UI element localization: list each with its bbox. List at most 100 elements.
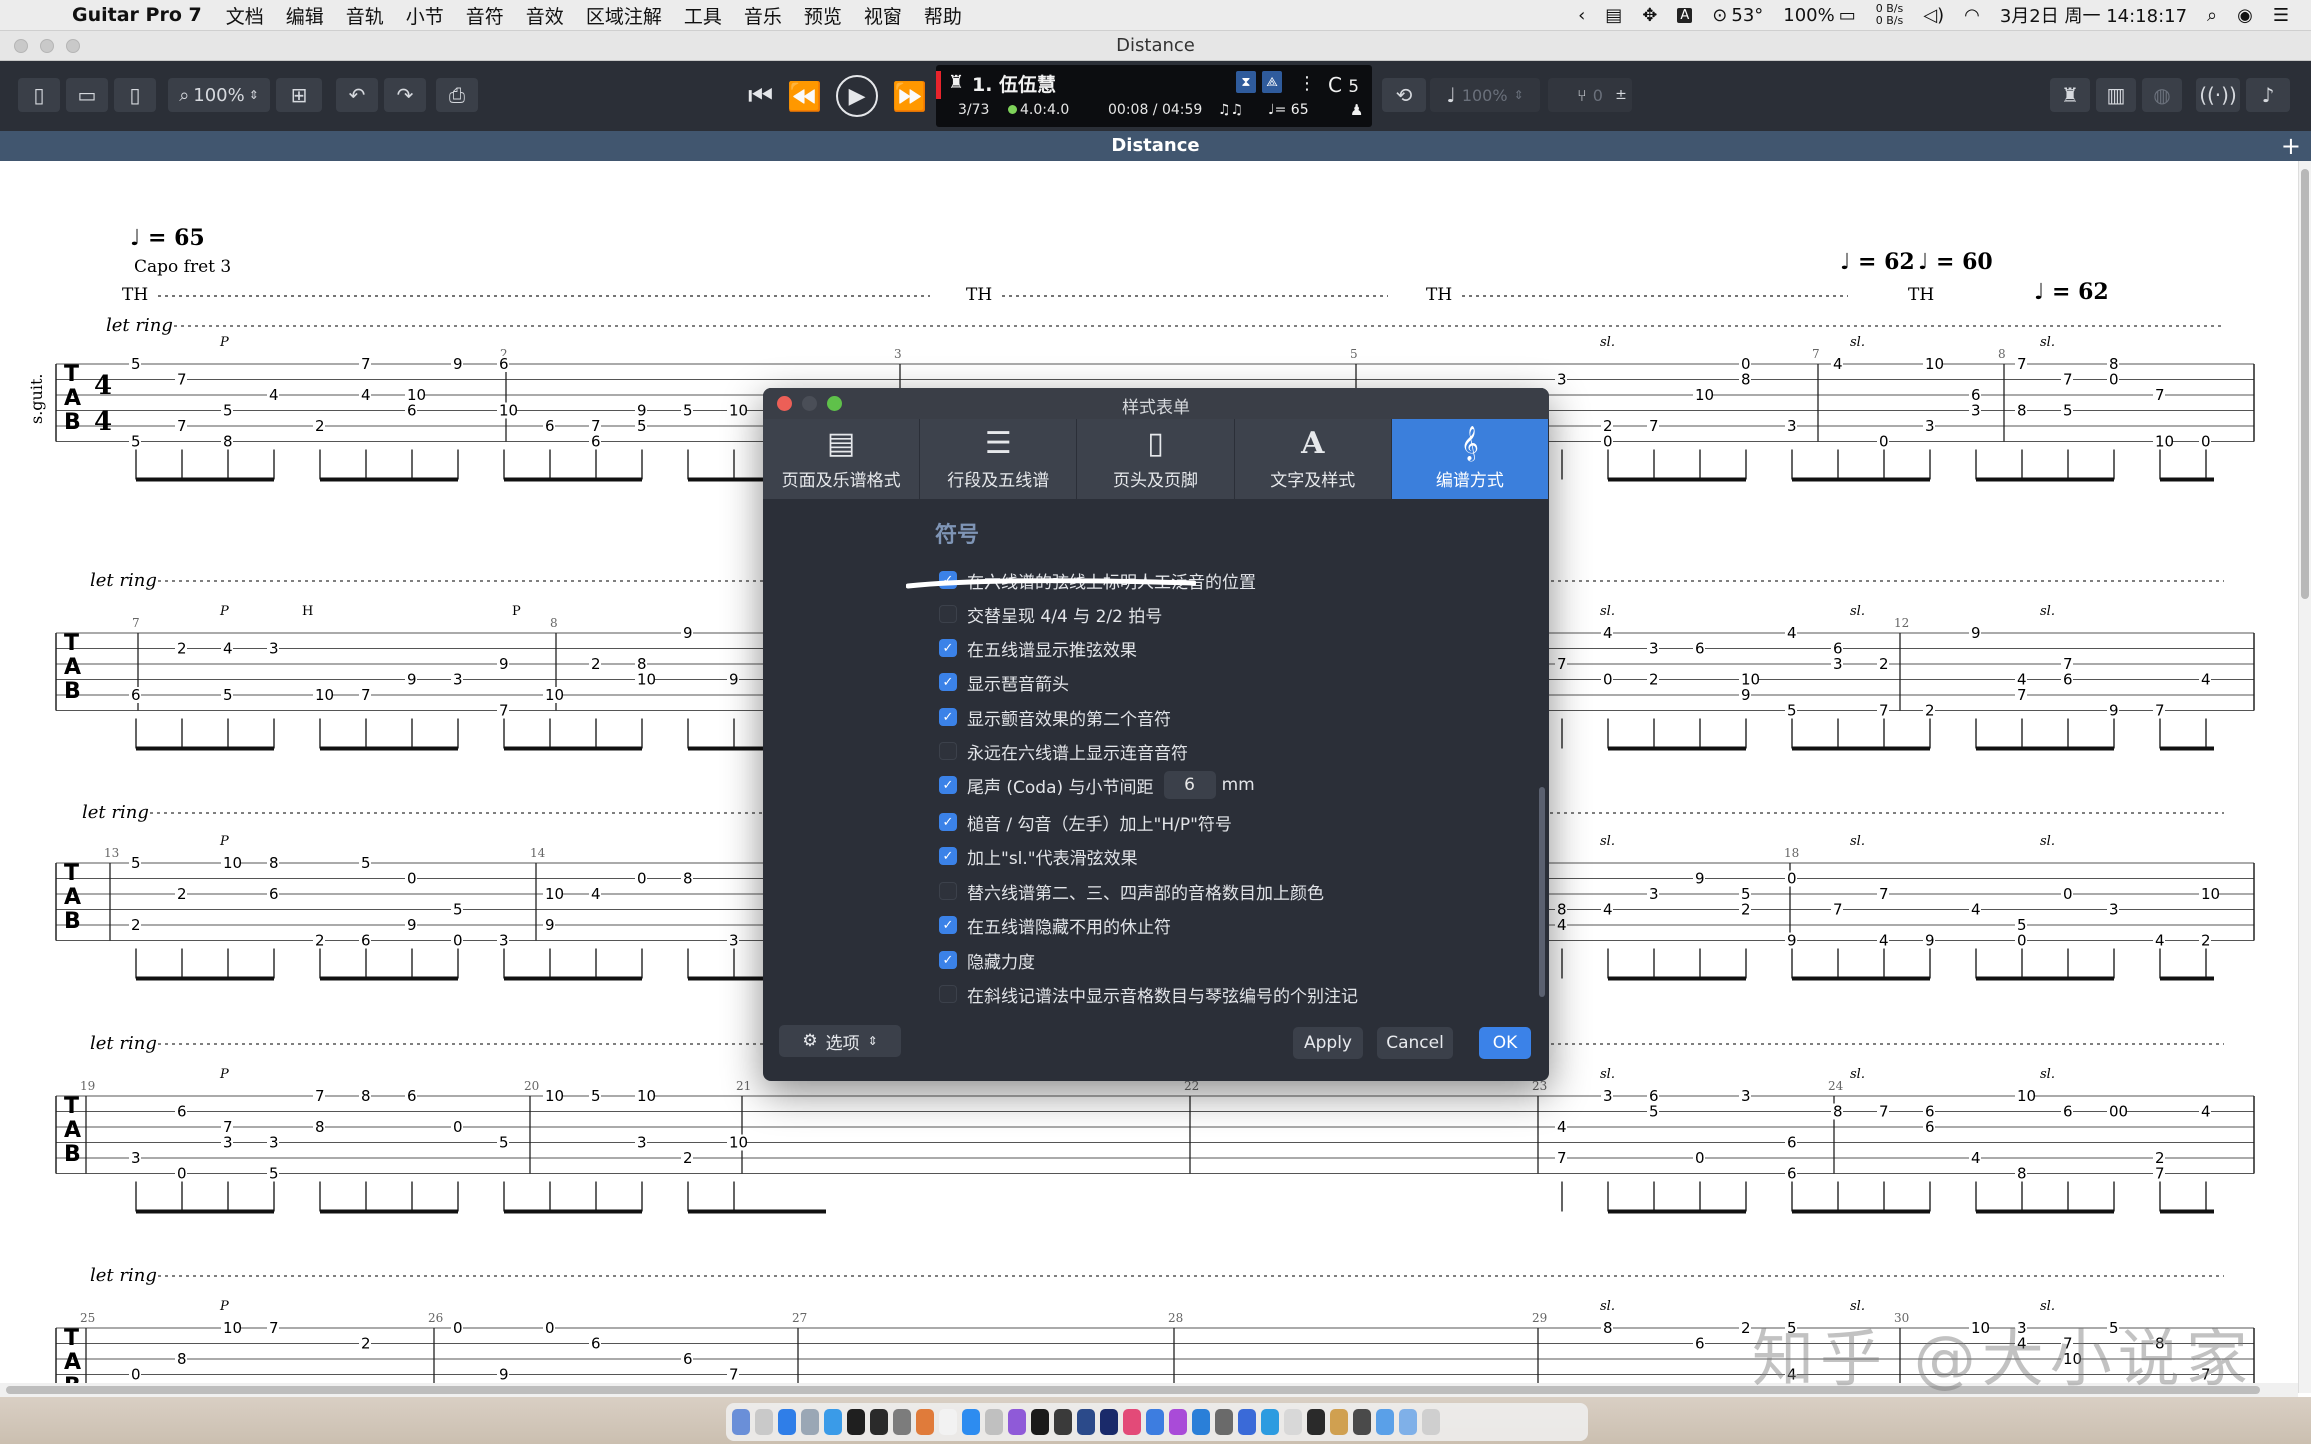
audio-wave-icon[interactable]: ((·)): [2196, 78, 2240, 112]
option-row[interactable]: 替六线谱第二、三、四声部的音格数目加上颜色: [939, 879, 1324, 904]
option-row[interactable]: ✓ 在五线谱显示推弦效果: [939, 636, 1137, 661]
checkbox-checked[interactable]: ✓: [939, 776, 957, 794]
dock-app-icon[interactable]: [870, 1409, 888, 1435]
dock-app-icon[interactable]: [778, 1409, 796, 1435]
go-to-start-icon[interactable]: ⏮: [748, 79, 773, 113]
options-popup-button[interactable]: ⚙ 选项 ⇕: [779, 1025, 901, 1057]
dock-app-icon[interactable]: [847, 1409, 865, 1435]
checkbox-checked[interactable]: ✓: [939, 708, 957, 726]
dock-app-icon[interactable]: [732, 1409, 750, 1435]
option-row[interactable]: ✓ 槌音 / 勾音（左手）加上"H/P"符号: [939, 810, 1232, 835]
dock-app-icon[interactable]: [1261, 1409, 1279, 1435]
dock-app-icon[interactable]: [1422, 1409, 1440, 1435]
wifi-icon[interactable]: ◠: [1964, 5, 1980, 26]
new-tab-icon[interactable]: +: [2281, 132, 2301, 160]
coda-spacing-input[interactable]: 6: [1163, 771, 1216, 799]
battery-status[interactable]: 100% ▭: [1783, 5, 1855, 26]
dock-app-icon[interactable]: [1215, 1409, 1233, 1435]
checkbox-checked[interactable]: ✓: [939, 673, 957, 691]
instrument-view-icon[interactable]: ♜: [2050, 78, 2090, 112]
dock-app-icon[interactable]: [893, 1409, 911, 1435]
undo-icon[interactable]: ↶: [336, 78, 378, 112]
dock-app-icon[interactable]: [1169, 1409, 1187, 1435]
option-row[interactable]: ✓ 加上"sl."代表滑弦效果: [939, 844, 1138, 869]
dock-app-icon[interactable]: [1238, 1409, 1256, 1435]
option-row[interactable]: ✓ 显示颤音效果的第二个音符: [939, 705, 1171, 730]
dock-app-icon[interactable]: [1192, 1409, 1210, 1435]
keyboard-icon[interactable]: ▥: [2096, 78, 2136, 112]
track-name[interactable]: 1. 伍伍慧: [972, 70, 1056, 97]
play-icon[interactable]: ▶: [836, 75, 879, 117]
input-method-icon[interactable]: A: [1677, 7, 1693, 23]
checkbox-unchecked[interactable]: [939, 605, 957, 623]
menu-item-document[interactable]: 文档: [226, 2, 264, 29]
guitar-tuner-icon[interactable]: ♪: [2246, 78, 2290, 112]
checkbox-unchecked[interactable]: [939, 985, 957, 1003]
dock-app-icon[interactable]: [1077, 1409, 1095, 1435]
tab-header-footer[interactable]: ▯ 页头及页脚: [1077, 419, 1235, 499]
checkbox-checked[interactable]: ✓: [939, 639, 957, 657]
dock-app-icon[interactable]: [1307, 1409, 1325, 1435]
option-row[interactable]: 在斜线记谱法中显示音格数目与琴弦编号的个别注记: [939, 982, 1358, 1007]
tab-notation[interactable]: 𝄞 编谱方式: [1391, 419, 1549, 499]
metronome-small-icon[interactable]: ♟: [1350, 101, 1363, 119]
dock-app-icon[interactable]: [1284, 1409, 1302, 1435]
network-speed[interactable]: 0 B/s 0 B/s: [1876, 3, 1903, 27]
checkbox-unchecked[interactable]: [939, 882, 957, 900]
lcd-display[interactable]: ♜ 1. 伍伍慧 ⧗ ⟁ ⋮ C 5 3/73 4.0:4.0 00:08 / …: [936, 65, 1372, 127]
option-row[interactable]: ✓ 显示琶音箭头: [939, 670, 1069, 695]
temperature-status[interactable]: ⊙ 53°: [1712, 5, 1763, 26]
dock-app-icon[interactable]: [939, 1409, 957, 1435]
checkbox-checked[interactable]: ✓: [939, 813, 957, 831]
dock-app-icon[interactable]: [1123, 1409, 1141, 1435]
datetime[interactable]: 3月2日 周一 14:18:17: [2000, 2, 2187, 28]
siri-icon[interactable]: ◉: [2237, 5, 2253, 26]
tab-system-staff[interactable]: ☰ 行段及五线谱: [920, 419, 1078, 499]
option-row[interactable]: ✓ 隐藏力度: [939, 948, 1035, 973]
option-row[interactable]: 永远在六线谱上显示连音音符: [939, 739, 1188, 764]
dock-app-icon[interactable]: [1353, 1409, 1371, 1435]
panel-right-icon[interactable]: ▯: [114, 78, 156, 112]
rewind-icon[interactable]: ⏪: [787, 80, 822, 113]
menu-item-tools[interactable]: 工具: [684, 2, 722, 29]
checkbox-unchecked[interactable]: [939, 742, 957, 760]
dock-app-icon[interactable]: [1399, 1409, 1417, 1435]
volume-icon[interactable]: ◁): [1923, 5, 1944, 26]
cancel-button[interactable]: Cancel: [1377, 1027, 1453, 1059]
metronome-icon[interactable]: ⟁: [1262, 71, 1282, 93]
menu-item-music[interactable]: 音乐: [744, 2, 782, 29]
ok-button[interactable]: OK: [1479, 1027, 1531, 1059]
menu-item-help[interactable]: 帮助: [924, 2, 962, 29]
control-center-icon[interactable]: ☰: [2273, 5, 2289, 26]
move-icon[interactable]: ✥: [1642, 5, 1657, 26]
dock-app-icon[interactable]: [962, 1409, 980, 1435]
menu-item-note[interactable]: 音符: [466, 2, 504, 29]
dock-app-icon[interactable]: [755, 1409, 773, 1435]
print-icon[interactable]: ⎙: [436, 78, 478, 112]
search-icon[interactable]: ⌕: [2207, 5, 2217, 26]
option-row[interactable]: ✓ 尾声 (Coda) 与小节间距 6 mm: [939, 771, 1255, 799]
document-tab[interactable]: Distance: [0, 135, 2311, 156]
checkbox-checked[interactable]: ✓: [939, 951, 957, 969]
dock-app-icon[interactable]: [985, 1409, 1003, 1435]
option-row[interactable]: ✓ 在五线谱隐藏不用的休止符: [939, 913, 1171, 938]
chevron-left-icon[interactable]: ‹: [1578, 5, 1585, 26]
dock-app-icon[interactable]: [1031, 1409, 1049, 1435]
menu-item-bar[interactable]: 小节: [406, 2, 444, 29]
panel-bottom-icon[interactable]: ▭: [66, 78, 108, 112]
dock-app-icon[interactable]: [1054, 1409, 1072, 1435]
apply-button[interactable]: Apply: [1293, 1027, 1363, 1059]
dock-app-icon[interactable]: [801, 1409, 819, 1435]
pitch-stepper[interactable]: ±: [1610, 78, 1632, 112]
key-signature[interactable]: C 5: [1328, 73, 1359, 97]
dock-app-icon[interactable]: [1100, 1409, 1118, 1435]
vertical-scroll-thumb[interactable]: [2301, 169, 2309, 599]
dock-app-icon[interactable]: [1376, 1409, 1394, 1435]
loop-icon[interactable]: ⟲: [1382, 78, 1426, 112]
tempo-display[interactable]: ♩= 65: [1268, 102, 1309, 118]
dialog-scroll-thumb[interactable]: [1539, 787, 1545, 997]
menu-app-name[interactable]: Guitar Pro 7: [72, 4, 202, 26]
panel-left-icon[interactable]: ▯: [18, 78, 60, 112]
drum-icon[interactable]: ◍: [2142, 78, 2182, 112]
menu-item-preview[interactable]: 预览: [804, 2, 842, 29]
